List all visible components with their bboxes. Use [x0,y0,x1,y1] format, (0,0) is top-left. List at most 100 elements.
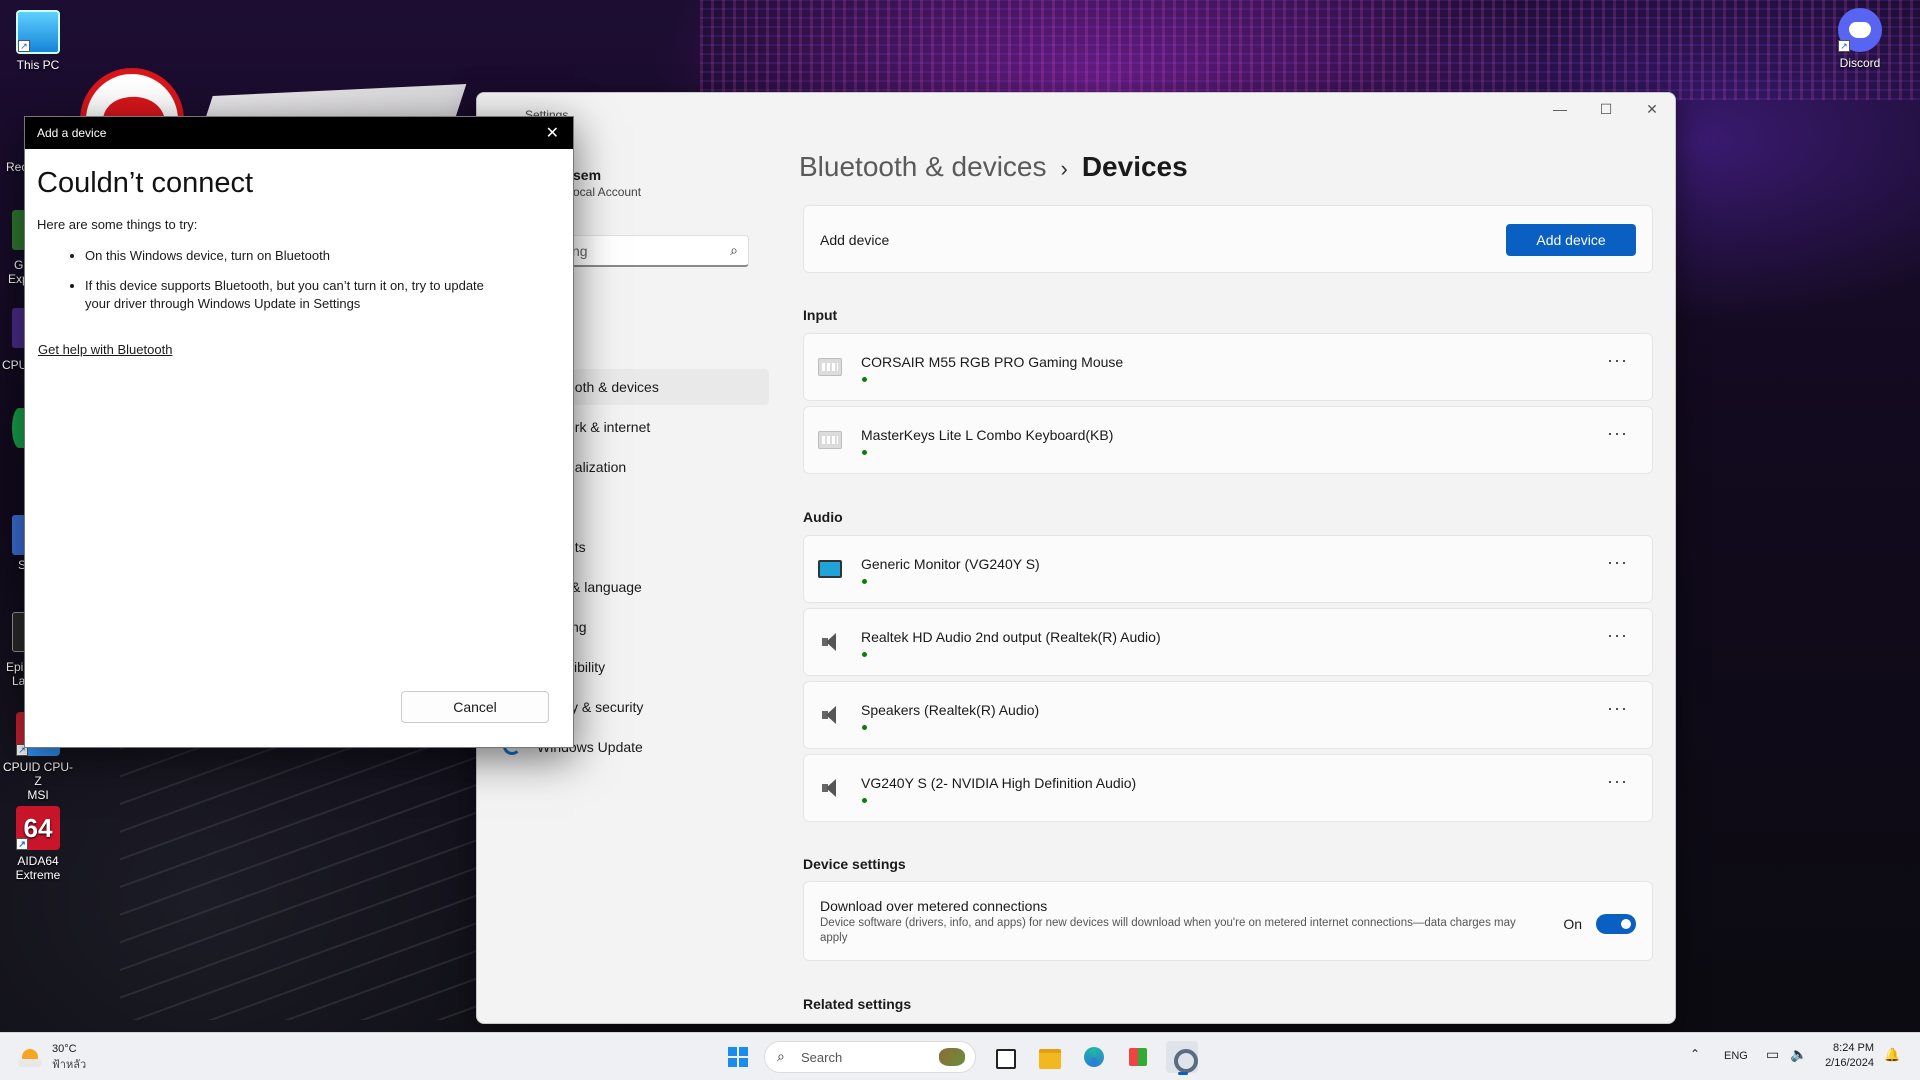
device-name: Generic Monitor (VG240Y S) [861,556,1040,572]
settings-taskbar-button[interactable] [1166,1041,1198,1075]
connected-status-dot [862,725,867,730]
partly-cloudy-icon [18,1047,44,1069]
notification-bell-icon[interactable]: 🔔 [1884,1047,1900,1063]
search-highlight-icon [939,1048,965,1066]
more-options-button[interactable]: ··· [1607,423,1628,444]
input-language-indicator[interactable]: ENG [1724,1050,1748,1062]
connected-status-dot [862,377,867,382]
system-clock[interactable]: 8:24 PM 2/16/2024 [1816,1041,1874,1071]
device-card-speakers[interactable]: Speakers (Realtek(R) Audio) ··· [803,681,1653,749]
nav-item-label: y & security [571,699,644,715]
speaker-icon [818,633,842,651]
desktop-icon-label: AIDA64 [17,854,59,868]
taskbar-search[interactable]: ⌕ Search [764,1041,976,1073]
add-device-dialog: Add a device ✕ Couldn’t connect Here are… [24,116,574,748]
nav-item-system[interactable]: n [565,331,777,367]
desktop-icon-label: Discord [1839,56,1881,70]
device-name: VG240Y S (2- NVIDIA High Definition Audi… [861,775,1137,791]
device-name: Realtek HD Audio 2nd output (Realtek(R) … [861,629,1161,645]
desktop-icon-discord[interactable]: ↗ Discord [1822,8,1898,70]
desktop-icon-this-pc[interactable]: ↗ This PC [0,10,76,72]
toggle-state-label: On [1563,916,1582,932]
device-name: Speakers (Realtek(R) Audio) [861,702,1040,718]
edge-browser-button[interactable] [1078,1041,1110,1073]
more-options-button[interactable]: ··· [1607,771,1628,792]
nav-item-accessibility[interactable]: sibility [567,649,779,685]
close-icon[interactable]: ✕ [546,123,559,143]
breadcrumb-parent[interactable]: Bluetooth & devices [799,151,1047,182]
volume-icon[interactable]: 🔈 [1790,1046,1807,1063]
nav-item-personalization[interactable]: nalization [567,449,779,485]
nav-item-network-internet[interactable]: ork & internet [567,409,779,445]
add-device-button[interactable]: Add device [1506,224,1636,256]
task-view-button[interactable] [988,1041,1020,1073]
section-title-related-settings: Related settings [803,996,912,1012]
search-icon: ⌕ [730,242,738,258]
more-options-button[interactable]: ··· [1607,552,1628,573]
add-device-card: Add device Add device [803,205,1653,273]
device-card-realtek-2nd[interactable]: Realtek HD Audio 2nd output (Realtek(R) … [803,608,1653,676]
taskbar: 30°C ฟ้าหลัว ⌕ Search ⌃ ENG ▭ 🔈 8:24 PM … [0,1032,1920,1080]
more-options-button[interactable]: ··· [1607,350,1628,371]
start-button[interactable] [722,1041,754,1073]
settings-search-input[interactable]: ng ⌕ [561,235,749,267]
metered-connections-card: Download over metered connections Device… [803,881,1653,961]
shortcut-arrow-icon: ↗ [18,40,30,52]
close-button[interactable]: ✕ [1629,93,1675,125]
nav-item-time-language[interactable]: & language [571,569,783,605]
user-account-type: ocal Account [573,185,642,199]
partial-desktop-label: Epi [6,660,24,674]
connected-status-dot [862,652,867,657]
shortcut-arrow-icon: ↗ [16,838,28,850]
metered-description: Device software (drivers, info, and apps… [820,917,1516,944]
taskbar-search-placeholder: Search [801,1050,843,1065]
desktop-icon-aida64[interactable]: 64 ↗ AIDA64 Extreme [0,806,76,882]
monitor-icon: ↗ [16,10,60,54]
connected-status-dot [862,798,867,803]
minimize-button[interactable]: — [1537,93,1583,125]
chevron-up-icon[interactable]: ⌃ [1690,1047,1700,1061]
metered-toggle[interactable] [1596,914,1636,934]
device-card-monitor[interactable]: Generic Monitor (VG240Y S) ··· [803,535,1653,603]
nav-item-label: ork & internet [567,419,651,435]
section-title-audio: Audio [803,509,843,525]
section-title-device-settings: Device settings [803,856,906,872]
page-title: Devices [1081,151,1188,182]
device-name: CORSAIR M55 RGB PRO Gaming Mouse [861,354,1124,370]
more-options-button[interactable]: ··· [1607,625,1628,646]
dialog-titlebar: Add a device ✕ [25,117,573,149]
device-card-vg240y[interactable]: VG240Y S (2- NVIDIA High Definition Audi… [803,754,1653,822]
nav-item-gaming[interactable]: ng [571,609,783,645]
clock-time: 8:24 PM [1833,1042,1874,1054]
nav-item-accounts[interactable]: nts [567,529,779,565]
keyboard-icon [818,358,842,376]
breadcrumb: Bluetooth & devices › Devices [799,151,1188,183]
tip-item: On this Windows device, turn on Bluetoot… [85,247,505,265]
connected-status-dot [862,450,867,455]
maximize-button[interactable]: ☐ [1583,93,1629,125]
nav-item-privacy-security[interactable]: y & security [571,689,783,725]
search-icon: ⌕ [777,1048,785,1064]
dialog-intro: Here are some things to try: [37,217,198,232]
device-card-mouse[interactable]: CORSAIR M55 RGB PRO Gaming Mouse ··· [803,333,1653,401]
nav-item-bluetooth-devices[interactable]: ooth & devices [557,369,769,405]
nav-item-label: ooth & devices [567,379,659,395]
add-device-label: Add device [820,232,890,248]
wallpaper-grid [700,0,1920,100]
device-card-keyboard[interactable]: MasterKeys Lite L Combo Keyboard(KB) ··· [803,406,1653,474]
dialog-heading: Couldn’t connect [37,167,254,199]
settings-window: ← Settings — ☐ ✕ sem ocal Account ng ⌕ n… [476,92,1676,1024]
search-placeholder: ng [572,243,588,259]
network-icon[interactable]: ▭ [1766,1046,1779,1063]
metered-title: Download over metered connections [820,898,1048,914]
more-options-button[interactable]: ··· [1607,698,1628,719]
weather-widget[interactable]: 30°C ฟ้าหลัว [18,1043,86,1073]
speaker-icon [818,706,842,724]
cancel-button[interactable]: Cancel [401,691,549,723]
file-explorer-button[interactable] [1034,1041,1066,1073]
speaker-icon [818,779,842,797]
device-name: MasterKeys Lite L Combo Keyboard(KB) [861,427,1114,443]
desktop-icon-label: CPUID CPU-Z [2,760,73,788]
microsoft-store-button[interactable] [1122,1041,1154,1073]
bluetooth-help-link[interactable]: Get help with Bluetooth [38,342,172,357]
